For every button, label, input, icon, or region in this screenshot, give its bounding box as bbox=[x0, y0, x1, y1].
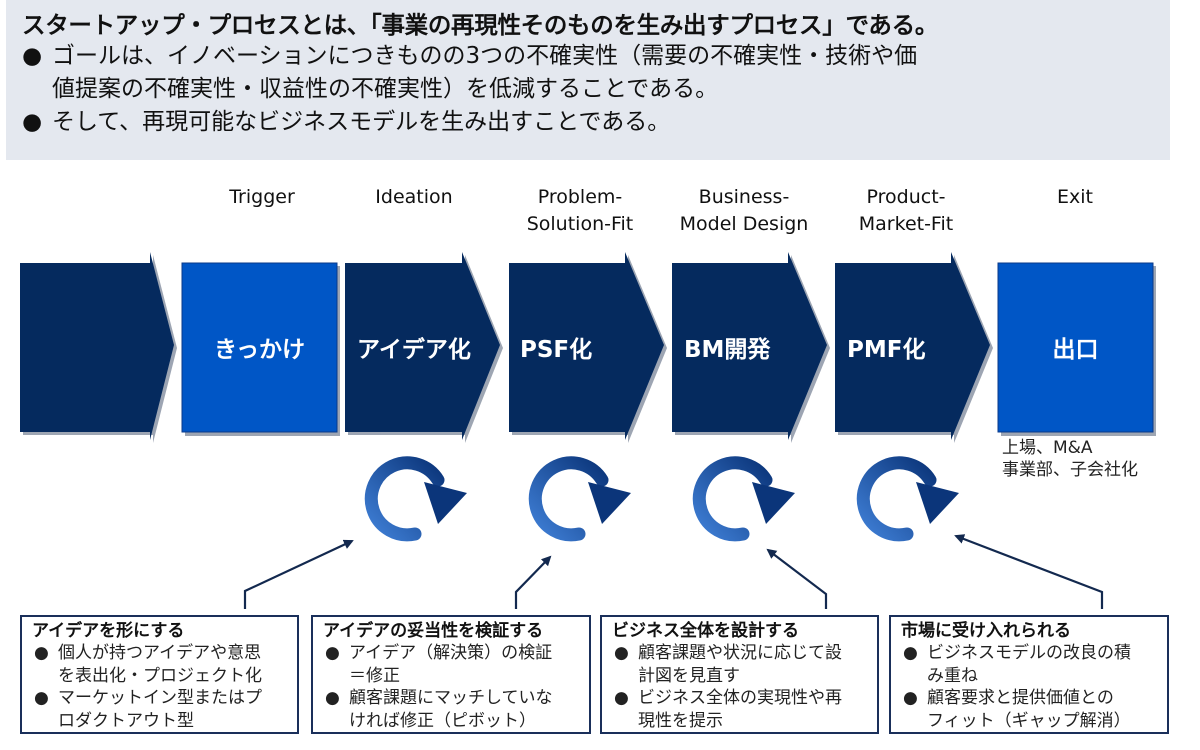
exit-note-line: 上場、M&A bbox=[1002, 438, 1093, 458]
connector-arrow-icon bbox=[954, 534, 1104, 609]
cycle-icon bbox=[856, 456, 959, 542]
bullet-dot-icon: ● bbox=[614, 688, 629, 708]
box-bullet: ● 顧客課題にマッチしていな ければ修正（ピボット） bbox=[323, 687, 581, 732]
box-bullet: ● 顧客要求と提供価値との フィット（ギャップ解消） bbox=[901, 687, 1159, 732]
cycle-icon bbox=[364, 456, 467, 542]
box-bullet-text: 顧客要求と提供価値との bbox=[927, 688, 1114, 708]
box-bullet: ● アイデア（解決策）の検証 ＝修正 bbox=[323, 642, 581, 687]
box-bullet-text: 顧客課題にマッチしていな bbox=[349, 688, 553, 708]
cycle-icon bbox=[528, 456, 631, 542]
stage-text-bm: BM開発 bbox=[684, 337, 771, 363]
description-box-psf: アイデアの妥当性を検証する ● アイデア（解決策）の検証 ＝修正 ● 顧客課題にマッチ… bbox=[311, 615, 591, 734]
box-bullet-text: 現性を提示 bbox=[638, 710, 723, 731]
connector-arrow-icon bbox=[243, 539, 354, 609]
box-bullet-text: み重ね bbox=[927, 665, 978, 686]
cycle-icon bbox=[692, 456, 795, 542]
box-title: 市場に受け入れられる bbox=[901, 621, 1071, 641]
box-bullet: ● 個人が持つアイデアや意思 を表出化・プロジェクト化 bbox=[32, 642, 289, 687]
bullet-dot-icon: ● bbox=[903, 688, 918, 708]
box-bullet-text: アイデア（解決策）の検証 bbox=[349, 643, 553, 663]
stage-text-trigger: きっかけ bbox=[213, 337, 306, 363]
box-title: アイデアの妥当性を検証する bbox=[323, 621, 544, 641]
box-bullet-text: を表出化・プロジェクト化 bbox=[58, 665, 262, 686]
bullet-dot-icon: ● bbox=[325, 688, 340, 708]
exit-note: 上場、M&A 事業部、子会社化 bbox=[1002, 437, 1138, 481]
box-bullet: ● ビジネス全体の実現性や再 現性を提示 bbox=[612, 687, 869, 732]
stage-arrow-start bbox=[20, 252, 174, 440]
stage-text-psf: PSF化 bbox=[520, 337, 593, 363]
bullet-dot-icon: ● bbox=[325, 643, 340, 663]
exit-note-line: 事業部、子会社化 bbox=[1002, 460, 1138, 480]
box-bullet-text: ＝修正 bbox=[349, 665, 400, 686]
box-bullet-text: 個人が持つアイデアや意思 bbox=[58, 643, 262, 663]
box-bullet-text: 計図を見直す bbox=[638, 665, 740, 686]
connector-arrow-icon bbox=[514, 555, 552, 609]
connector-arrow-icon bbox=[766, 548, 828, 609]
box-bullet: ● 顧客課題や状況に応じて設 計図を見直す bbox=[612, 642, 869, 687]
box-bullet-text: ければ修正（ピボット） bbox=[349, 710, 536, 731]
description-box-bm: ビジネス全体を設計する ● 顧客課題や状況に応じて設 計図を見直す ● ビジネス全体の… bbox=[600, 615, 879, 734]
box-bullet-text: ロダクトアウト型 bbox=[58, 710, 194, 731]
box-bullet: ● マーケットイン型またはプ ロダクトアウト型 bbox=[32, 687, 289, 732]
stage-text-ideation: アイデア化 bbox=[357, 337, 471, 363]
box-bullet-text: マーケットイン型またはプ bbox=[58, 688, 262, 708]
box-bullet-text: ビジネスモデルの改良の積 bbox=[927, 643, 1131, 663]
description-box-ideation: アイデアを形にする ● 個人が持つアイデアや意思 を表出化・プロジェクト化 ● マーケ… bbox=[20, 615, 299, 734]
bullet-dot-icon: ● bbox=[614, 643, 629, 663]
stage-text-exit: 出口 bbox=[1052, 337, 1099, 363]
box-title: アイデアを形にする bbox=[32, 621, 185, 641]
box-bullet-text: 顧客課題や状況に応じて設 bbox=[638, 643, 842, 663]
box-bullet-text: フィット（ギャップ解消） bbox=[927, 710, 1131, 731]
bullet-dot-icon: ● bbox=[903, 643, 918, 663]
bullet-dot-icon: ● bbox=[34, 643, 49, 663]
box-bullet: ● ビジネスモデルの改良の積 み重ね bbox=[901, 642, 1159, 687]
box-bullet-text: ビジネス全体の実現性や再 bbox=[638, 688, 842, 708]
description-box-pmf: 市場に受け入れられる ● ビジネスモデルの改良の積 み重ね ● 顧客要求と提供価値との… bbox=[889, 615, 1169, 734]
stage-text-pmf: PMF化 bbox=[847, 337, 926, 363]
box-title: ビジネス全体を設計する bbox=[612, 621, 799, 641]
bullet-dot-icon: ● bbox=[34, 688, 49, 708]
